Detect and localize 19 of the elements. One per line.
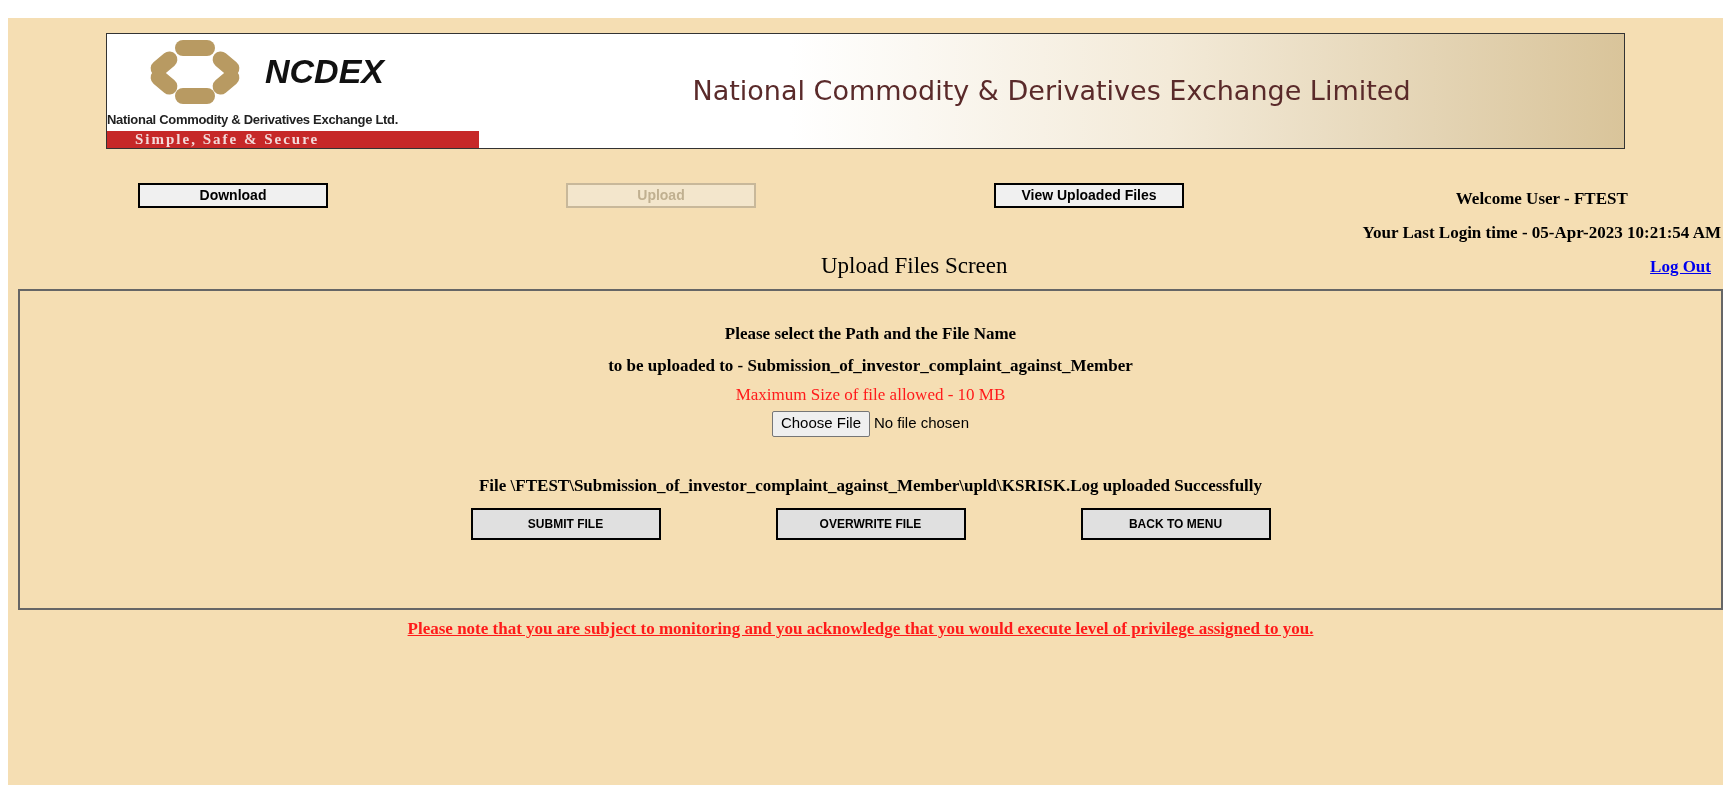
welcome-text: Welcome User - FTEST <box>1455 188 1628 210</box>
logo-wordmark: NCDEX <box>265 51 385 93</box>
tagline-banner: Simple, Safe & Secure <box>107 131 479 148</box>
nav-button[interactable]: View Uploaded Files <box>994 183 1184 208</box>
last-login-text: Your Last Login time - 05-Apr-2023 10:21:54 AM <box>1362 221 1721 244</box>
file-status-text: No file chosen <box>874 413 970 434</box>
banner-title: National Commodity & Derivatives Exchange Limited <box>692 73 1411 108</box>
action-button[interactable]: BACK TO MENU <box>1080 507 1271 540</box>
choose-file-button[interactable]: Choose File <box>771 410 870 437</box>
upload-success-message: File \FTEST\Submission_of_investor_complaint_against_Member\upld\KSRISK.Log uploaded Successfully <box>477 474 1264 497</box>
instruction-text: Please select the Path and the File Name <box>724 323 1017 345</box>
nav-button[interactable]: Download <box>138 183 328 208</box>
action-button[interactable]: SUBMIT FILE <box>470 507 661 540</box>
size-limit-note: Maximum Size of file allowed - 10 MB <box>735 384 1006 406</box>
logout-link[interactable]: Log Out <box>1650 253 1711 279</box>
screen-title: Upload Files Screen <box>821 253 1008 279</box>
logo-subtitle: National Commodity & Derivatives Exchange Ltd. <box>107 110 400 129</box>
action-button[interactable]: OVERWRITE FILE <box>775 507 966 540</box>
instruction-text: to be uploaded to - Submission_of_investor_complaint_against_Member <box>608 354 1133 377</box>
